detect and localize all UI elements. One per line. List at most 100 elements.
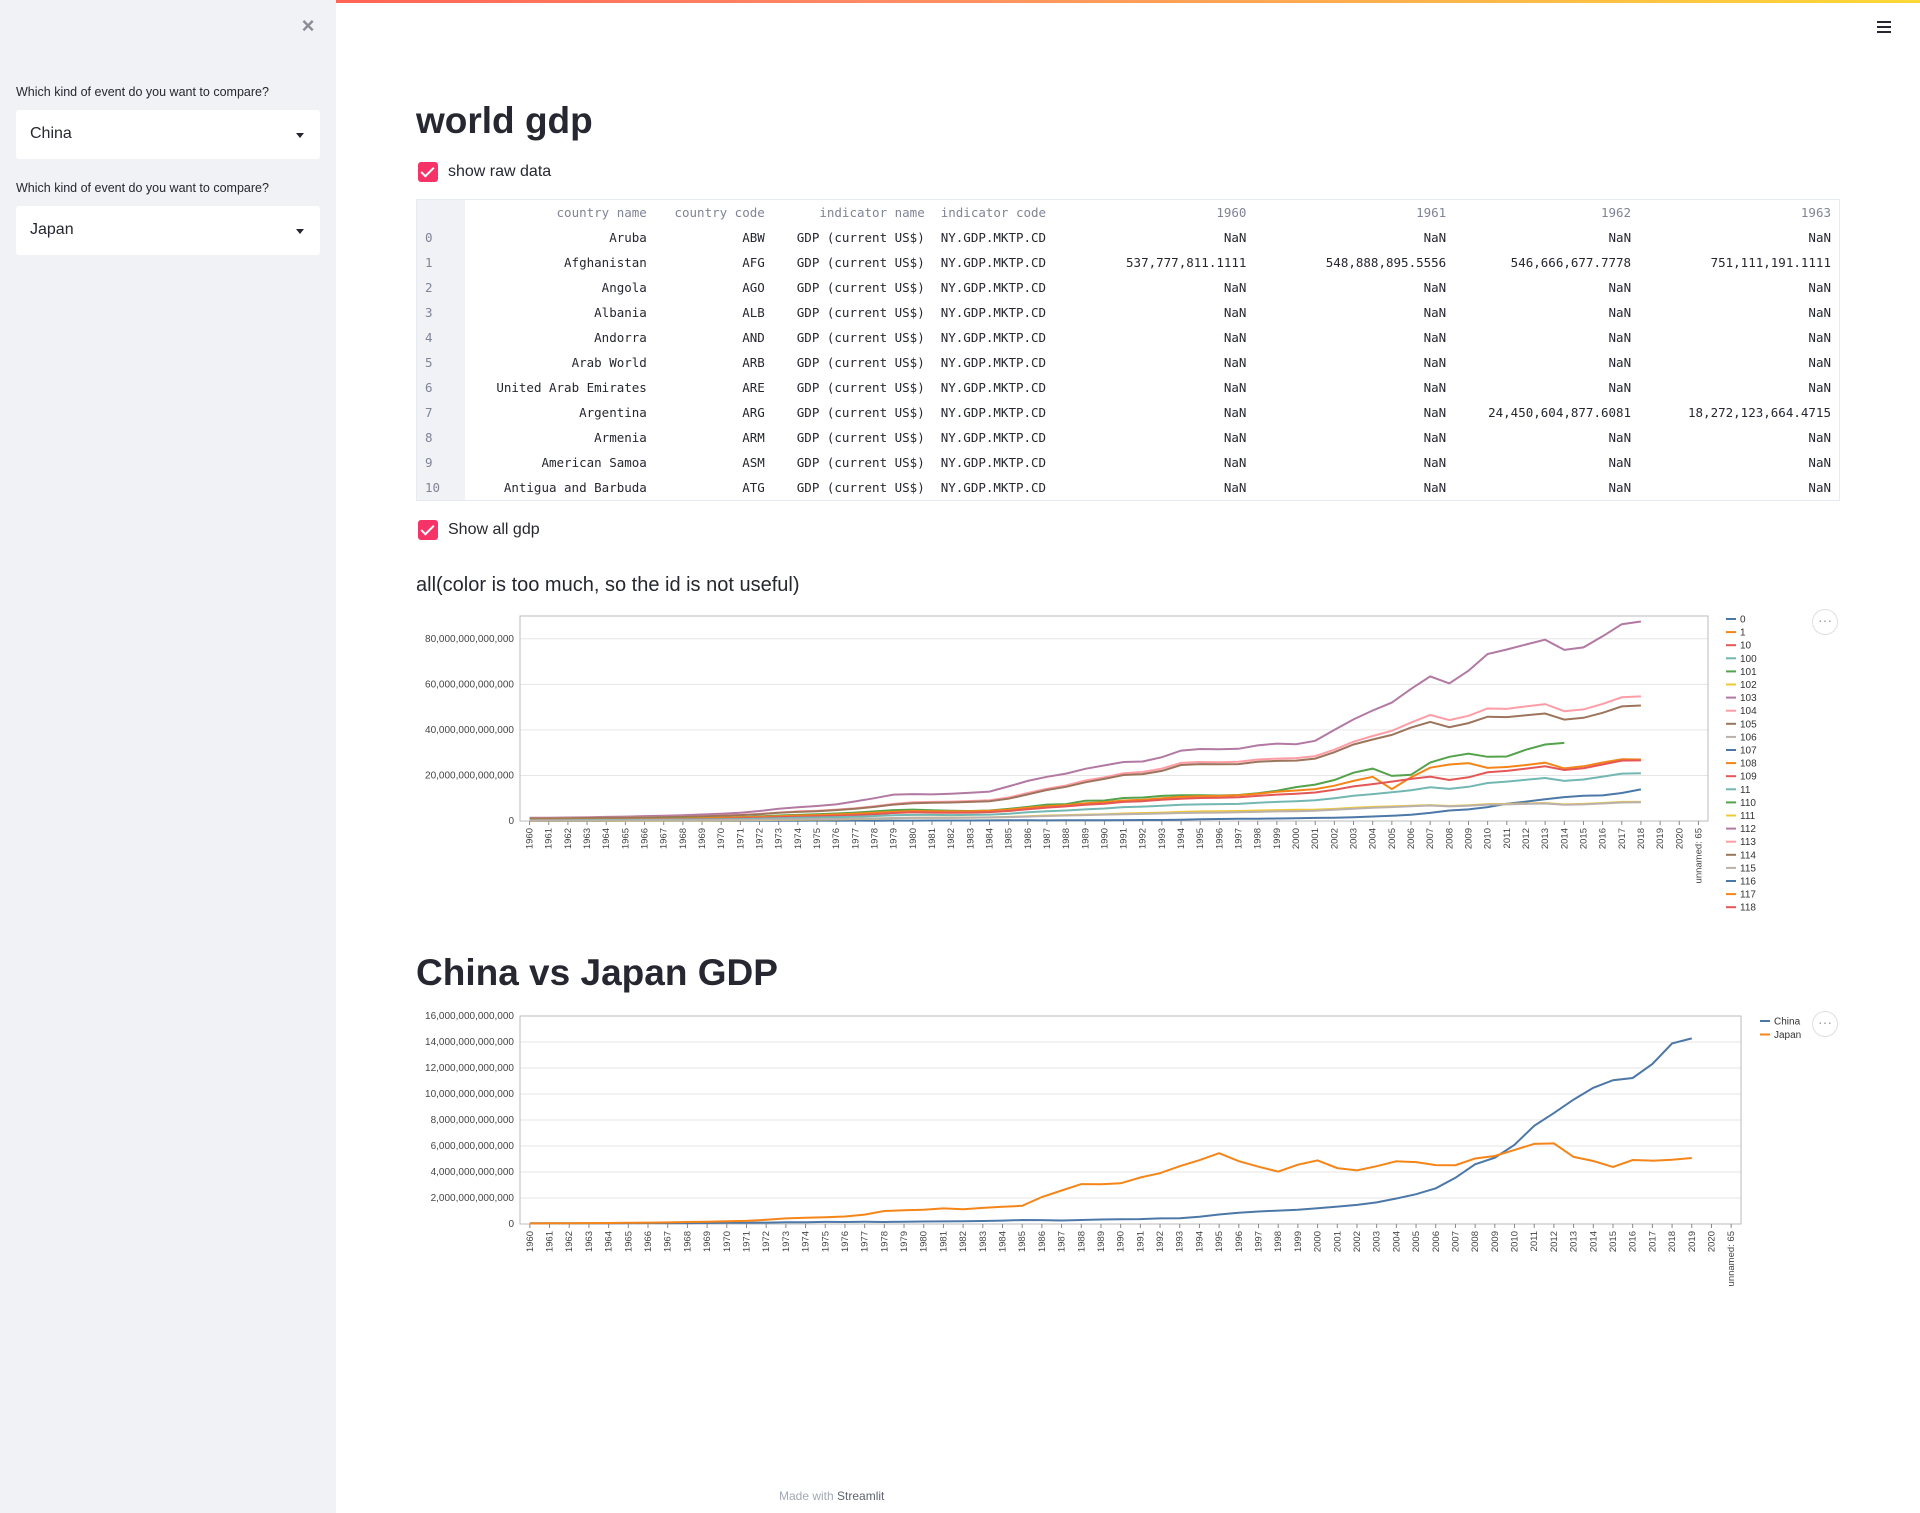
legend-label: 103 <box>1740 693 1757 704</box>
x-tick-label: 2013 <box>1569 1231 1580 1252</box>
table-row[interactable]: 5 Arab World ARB GDP (current US$) NY.GDP.MK… <box>417 350 1839 375</box>
table-row[interactable]: 3 Albania ALB GDP (current US$) NY.GDP.MKTP.… <box>417 300 1839 325</box>
column-header[interactable]: 1963 <box>1639 200 1839 225</box>
table-row[interactable]: 8 Armenia ARM GDP (current US$) NY.GDP.MKTP.… <box>417 425 1839 450</box>
series-line-6 <box>529 772 1641 822</box>
table-cell: NaN <box>1423 405 1447 420</box>
x-tick-label: 1980 <box>908 828 919 849</box>
more-options-icon[interactable]: ··· <box>1812 609 1838 635</box>
event-select-2[interactable]: Japan <box>16 206 320 255</box>
table-cell: NaN <box>1808 305 1831 320</box>
legend-label: 116 <box>1740 877 1756 888</box>
x-tick-label: 1994 <box>1176 828 1187 849</box>
table-row[interactable]: 6 United Arab Emirates ARE GDP (current US$… <box>417 375 1839 400</box>
event-select-2-value: Japan <box>30 221 74 238</box>
x-tick-label: 1998 <box>1273 1231 1284 1252</box>
x-tick-label: 2017 <box>1617 828 1628 849</box>
table-cell: NaN <box>1223 430 1247 445</box>
table-cell: NaN <box>1608 330 1632 345</box>
y-tick-label: 80,000,000,000,000 <box>425 634 514 645</box>
series-line-3 <box>529 741 1565 821</box>
legend-label: 102 <box>1740 680 1757 691</box>
chevron-down-icon <box>296 133 304 138</box>
x-tick-label: 1998 <box>1253 828 1264 849</box>
streamlit-link[interactable]: Streamlit <box>837 1489 884 1503</box>
table-cell: NaN <box>1423 380 1447 395</box>
legend-label: 11 <box>1740 785 1751 796</box>
table-cell: NaN <box>1223 330 1247 345</box>
checkbox-checked-icon <box>418 520 438 540</box>
x-tick-label: 2020 <box>1706 1231 1717 1252</box>
y-tick-label: 16,000,000,000,000 <box>425 1011 514 1022</box>
column-header[interactable]: 1962 <box>1454 200 1640 225</box>
x-tick-label: 2006 <box>1406 828 1417 849</box>
row-index: 4 <box>417 325 465 350</box>
x-tick-label: 2016 <box>1598 828 1609 849</box>
column-header[interactable]: country name <box>464 200 655 225</box>
legend-label: China <box>1774 1017 1801 1028</box>
x-tick-label: 1996 <box>1214 828 1225 849</box>
more-options-icon[interactable]: ··· <box>1812 1011 1838 1037</box>
table-row[interactable]: 1 Afghanistan AFG GDP (current US$) NY.GDP.M… <box>417 250 1839 275</box>
table-row[interactable]: 4 Andorra AND GDP (current US$) NY.GDP.MKTP.… <box>417 325 1839 350</box>
x-tick-label: unnamed: 65 <box>1693 828 1704 883</box>
x-tick-label: 1992 <box>1155 1231 1166 1252</box>
x-tick-label: 1971 <box>735 828 746 849</box>
column-header[interactable]: indicator name <box>772 200 933 225</box>
x-tick-label: 2016 <box>1628 1231 1639 1252</box>
x-tick-label: 2002 <box>1352 1231 1363 1252</box>
page-title: world gdp <box>416 100 593 141</box>
compare-title: China vs Japan GDP <box>416 952 778 993</box>
y-tick-label: 8,000,000,000,000 <box>431 1115 515 1126</box>
table-row[interactable]: 7 Argentina ARG GDP (current US$) NY.GDP.MKT… <box>417 400 1839 425</box>
table-cell: NaN <box>1423 355 1447 370</box>
table-row[interactable]: 2 Angola AGO GDP (current US$) NY.GDP.MKTP.C… <box>417 275 1839 300</box>
x-tick-label: 1985 <box>1017 1231 1028 1252</box>
table-cell: GDP (current US$) <box>796 255 925 270</box>
y-tick-label: 60,000,000,000,000 <box>425 679 514 690</box>
column-header[interactable]: country code <box>654 200 773 225</box>
table-row[interactable]: 9 American Samoa ASM GDP (current US$) NY.GD… <box>417 450 1839 475</box>
x-tick-label: 1981 <box>927 828 938 849</box>
close-icon[interactable]: × <box>296 14 320 38</box>
event-select-1[interactable]: China <box>16 110 320 159</box>
table-cell: NaN <box>1808 230 1831 245</box>
table-cell: NaN <box>1608 430 1632 445</box>
table-cell: United Arab Emirates <box>496 380 647 395</box>
x-tick-label: 2017 <box>1647 1231 1658 1252</box>
x-tick-label: 1968 <box>678 828 689 849</box>
x-tick-label: 2014 <box>1559 828 1570 849</box>
x-tick-label: 1964 <box>604 1231 615 1252</box>
column-header[interactable]: indicator code <box>932 200 1075 225</box>
x-tick-label: 1970 <box>722 1231 733 1252</box>
table-row[interactable]: 0 Aruba ABW GDP (current US$) NY.GDP.MKTP.CD… <box>417 225 1839 250</box>
raw-data-table[interactable]: country name country code indicator name… <box>416 199 1840 501</box>
x-tick-label: 1992 <box>1138 828 1149 849</box>
x-tick-label: unnamed: 65 <box>1726 1231 1737 1286</box>
x-tick-label: 1983 <box>965 828 976 849</box>
y-tick-label: 4,000,000,000,000 <box>431 1167 515 1178</box>
x-tick-label: 1970 <box>716 828 727 849</box>
legend-label: 101 <box>1740 667 1757 678</box>
table-cell: NY.GDP.MKTP.CD <box>940 405 1047 420</box>
x-tick-label: 1986 <box>1023 828 1034 849</box>
x-tick-label: 2004 <box>1391 1231 1402 1252</box>
table-cell: NaN <box>1808 480 1831 495</box>
x-tick-label: 1990 <box>1116 1231 1127 1252</box>
y-tick-label: 0 <box>508 816 514 827</box>
column-header[interactable]: 1960 <box>1074 200 1255 225</box>
row-index: 0 <box>417 225 465 250</box>
table-row[interactable]: 10 Antigua and Barbuda ATG GDP (current US$… <box>417 475 1839 500</box>
column-header[interactable]: 1961 <box>1254 200 1455 225</box>
x-tick-label: 1990 <box>1099 828 1110 849</box>
hamburger-menu-icon[interactable] <box>1874 18 1894 38</box>
x-tick-label: 1979 <box>899 1231 910 1252</box>
x-tick-label: 2015 <box>1608 1231 1619 1252</box>
x-tick-label: 1962 <box>563 828 574 849</box>
table-cell: NaN <box>1608 480 1632 495</box>
table-cell: NaN <box>1423 305 1447 320</box>
table-cell: 751,111,191.1111 <box>1710 255 1831 270</box>
x-tick-label: 1982 <box>958 1231 969 1252</box>
x-tick-label: 1987 <box>1057 1231 1068 1252</box>
plot-frame <box>519 615 1709 822</box>
